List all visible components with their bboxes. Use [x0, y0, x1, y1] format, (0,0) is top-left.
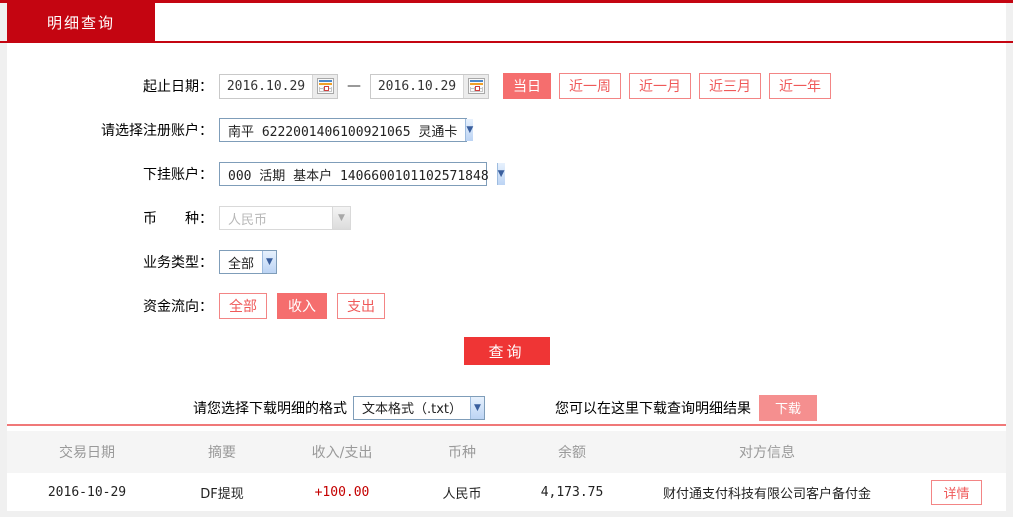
sub-account-label: 下挂账户： [143, 167, 213, 183]
flow-expense-button[interactable]: 支出 [337, 293, 385, 319]
end-date-input[interactable]: 2016.10.29 [370, 73, 489, 99]
column-header-date: 交易日期 [59, 445, 115, 461]
column-header-currency: 币种 [448, 445, 476, 461]
cell-currency: 人民币 [442, 486, 482, 502]
download-format-label: 请您选择下载明细的格式 [193, 400, 347, 417]
register-account-row: 请选择注册账户： 南平 6222001406100921065 灵通卡 ▼ [7, 117, 1006, 143]
page: 明细查询 起止日期： 2016.10.29 — 2016.10.29 当日 近一… [0, 0, 1013, 511]
date-range-label: 起止日期： [143, 79, 213, 95]
cell-date: 2016-10-29 [47, 484, 127, 500]
register-account-value: 南平 6222001406100921065 灵通卡 [228, 124, 458, 140]
query-button-row: 查询 [7, 337, 1006, 365]
cell-summary: DF提现 [200, 486, 244, 502]
quick-range-today[interactable]: 当日 [503, 73, 551, 99]
chevron-down-icon: ▼ [496, 163, 505, 185]
tab-detail-query[interactable]: 明细查询 [7, 3, 155, 41]
date-range-row: 起止日期： 2016.10.29 — 2016.10.29 当日 近一周 近一月… [7, 73, 1006, 99]
business-type-row: 业务类型： 全部 ▼ [7, 249, 1006, 275]
chevron-down-icon: ▼ [332, 207, 350, 229]
business-type-label: 业务类型： [143, 255, 213, 271]
calendar-icon[interactable] [312, 74, 337, 98]
chevron-down-icon: ▼ [465, 119, 474, 141]
chevron-down-icon: ▼ [470, 396, 484, 419]
cell-balance: 4,173.75 [540, 484, 604, 500]
currency-label: 币 种： [143, 211, 213, 227]
quick-range-month[interactable]: 近一月 [629, 73, 691, 99]
download-row: 请您选择下载明细的格式 文本格式（.txt） ▼ 您可以在这里下载查询明细结果 … [193, 394, 1006, 421]
date-separator: — [347, 78, 361, 94]
quick-range-quarter[interactable]: 近三月 [699, 73, 761, 99]
sub-account-value: 000 活期 基本户 1406600101102571848 [228, 168, 489, 184]
start-date-value: 2016.10.29 [226, 78, 306, 94]
cell-amount: +100.00 [314, 484, 370, 500]
query-form-panel: 起止日期： 2016.10.29 — 2016.10.29 当日 近一周 近一月… [7, 43, 1006, 511]
chevron-down-icon: ▼ [262, 251, 276, 273]
results-table: 交易日期 摘要 收入/支出 币种 余额 对方信息 2016-10-29 DF提现… [7, 424, 1006, 511]
business-type-value: 全部 [228, 256, 255, 272]
sub-account-select[interactable]: 000 活期 基本户 1406600101102571848 ▼ [219, 162, 505, 186]
detail-button[interactable]: 详情 [931, 479, 982, 505]
calendar-icon[interactable] [463, 74, 488, 98]
quick-range-year[interactable]: 近一年 [769, 73, 831, 99]
quick-range-week[interactable]: 近一周 [559, 73, 621, 99]
column-header-amount: 收入/支出 [311, 445, 373, 461]
start-date-input[interactable]: 2016.10.29 [219, 73, 338, 99]
sub-account-row: 下挂账户： 000 活期 基本户 1406600101102571848 ▼ [7, 161, 1006, 187]
currency-row: 币 种： 人民币 ▼ [7, 205, 1006, 231]
tab-bar: 明细查询 [7, 3, 1006, 41]
business-type-select[interactable]: 全部 ▼ [219, 250, 277, 274]
cell-counterparty: 财付通支付科技有限公司客户备付金 [662, 486, 871, 502]
column-header-counterparty: 对方信息 [739, 445, 795, 461]
fund-flow-row: 资金流向： 全部 收入 支出 [7, 293, 1006, 319]
flow-income-button[interactable]: 收入 [277, 293, 327, 319]
flow-all-button[interactable]: 全部 [219, 293, 267, 319]
column-header-summary: 摘要 [208, 445, 236, 461]
fund-flow-label: 资金流向： [143, 299, 213, 315]
end-date-value: 2016.10.29 [377, 78, 457, 94]
download-button[interactable]: 下载 [759, 394, 817, 421]
table-header-row: 交易日期 摘要 收入/支出 币种 余额 对方信息 [7, 431, 1006, 473]
register-account-select[interactable]: 南平 6222001406100921065 灵通卡 ▼ [219, 118, 474, 142]
currency-value: 人民币 [228, 212, 268, 228]
register-account-label: 请选择注册账户： [101, 123, 213, 139]
cell-action: 详情 [907, 479, 1006, 505]
table-row: 2016-10-29 DF提现 +100.00 人民币 4,173.75 财付通… [7, 473, 1006, 511]
currency-select: 人民币 ▼ [219, 206, 351, 230]
download-format-value: 文本格式（.txt） [362, 402, 463, 417]
download-hint: 您可以在这里下载查询明细结果 [555, 400, 751, 417]
query-button[interactable]: 查询 [463, 337, 550, 365]
column-header-balance: 余额 [558, 445, 586, 461]
download-format-select[interactable]: 文本格式（.txt） ▼ [353, 395, 485, 420]
